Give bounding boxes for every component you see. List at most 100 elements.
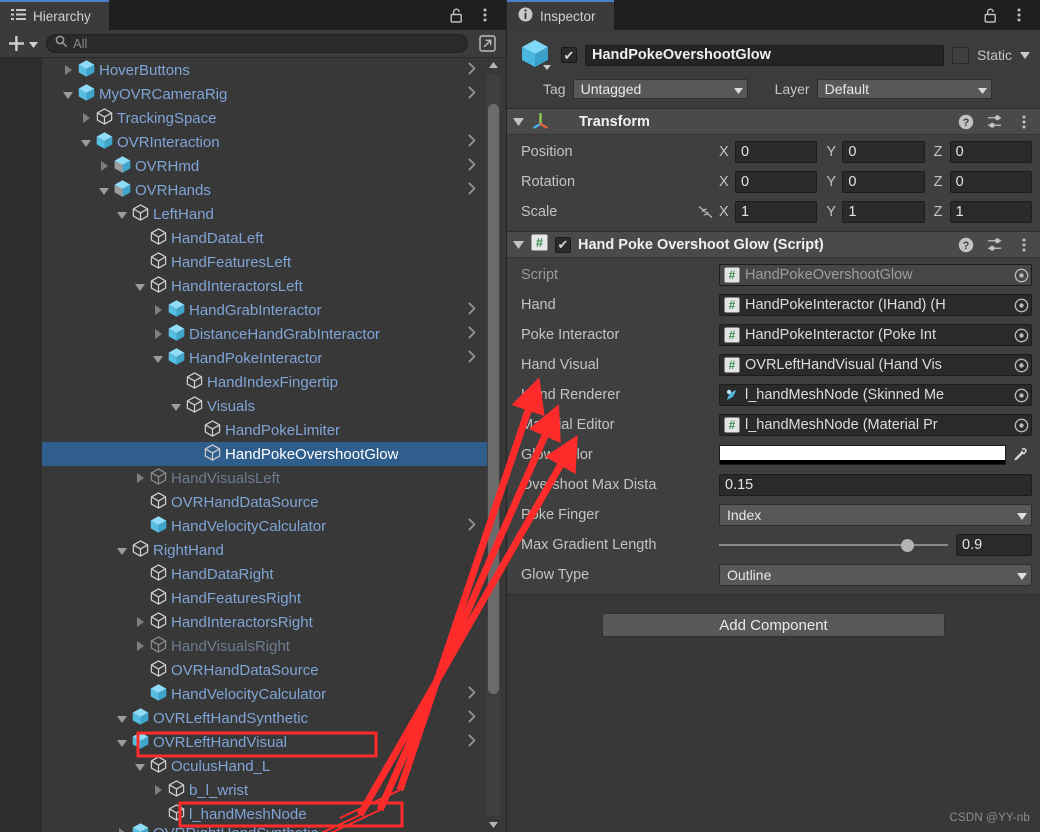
hierarchy-item-visuals[interactable]: Visuals bbox=[42, 394, 492, 418]
help-icon[interactable]: ? bbox=[958, 114, 974, 130]
chevron-right-icon[interactable] bbox=[468, 158, 476, 174]
tag-dropdown[interactable]: Untagged bbox=[572, 79, 748, 99]
scrollbar-thumb[interactable] bbox=[488, 104, 499, 694]
hierarchy-search-box[interactable] bbox=[46, 34, 468, 53]
static-checkbox[interactable] bbox=[951, 46, 969, 64]
twisty-expanded-icon[interactable] bbox=[135, 278, 145, 295]
slider-number-field[interactable]: 0.9 bbox=[956, 534, 1032, 556]
create-object-button[interactable] bbox=[6, 35, 44, 53]
hierarchy-item-trackingspace[interactable]: TrackingSpace bbox=[42, 106, 492, 130]
script-enabled-checkbox[interactable]: ✔ bbox=[555, 236, 571, 253]
twisty-collapsed-icon[interactable] bbox=[136, 638, 144, 655]
twisty-collapsed-icon[interactable] bbox=[82, 110, 90, 127]
hierarchy-item-lefthand[interactable]: LeftHand bbox=[42, 202, 492, 226]
chevron-right-icon[interactable] bbox=[468, 302, 476, 318]
twisty-expanded-icon[interactable] bbox=[117, 542, 127, 559]
hierarchy-item-ovrinteraction[interactable]: OVRInteraction bbox=[42, 130, 492, 154]
hierarchy-item-l-handmeshnode[interactable]: l_handMeshNode bbox=[42, 802, 492, 826]
chevron-right-icon[interactable] bbox=[468, 134, 476, 150]
hierarchy-item-ovrhanddatasource[interactable]: OVRHandDataSource bbox=[42, 490, 492, 514]
chevron-right-icon[interactable] bbox=[468, 518, 476, 534]
twisty-expanded-icon[interactable] bbox=[81, 134, 91, 151]
twisty-collapsed-icon[interactable] bbox=[154, 302, 162, 319]
twisty-expanded-icon[interactable] bbox=[117, 710, 127, 727]
transform-position-y-field[interactable]: 0 bbox=[842, 141, 925, 163]
hierarchy-item-ovrhands[interactable]: OVRHands bbox=[42, 178, 492, 202]
gameobject-name-field[interactable]: HandPokeOvershootGlow bbox=[585, 44, 944, 66]
twisty-expanded-icon[interactable] bbox=[135, 758, 145, 775]
transform-scale-z-field[interactable]: 1 bbox=[949, 201, 1032, 223]
chevron-right-icon[interactable] bbox=[468, 62, 476, 78]
scroll-up-arrow[interactable] bbox=[488, 58, 499, 72]
hierarchy-search-input[interactable] bbox=[73, 36, 459, 51]
hierarchy-item-handgrabinteractor[interactable]: HandGrabInteractor bbox=[42, 298, 492, 322]
object-field-hand-renderer[interactable]: l_handMeshNode (Skinned Me bbox=[719, 384, 1032, 406]
transform-header[interactable]: Transform ? bbox=[507, 109, 1040, 135]
open-in-new-icon[interactable] bbox=[474, 33, 500, 54]
hierarchy-item-handpokelimiter[interactable]: HandPokeLimiter bbox=[42, 418, 492, 442]
transform-scale-y-field[interactable]: 1 bbox=[842, 201, 925, 223]
kebab-menu-icon[interactable] bbox=[1011, 7, 1027, 23]
transform-rotation-x-field[interactable]: 0 bbox=[735, 171, 818, 193]
twisty-collapsed-icon[interactable] bbox=[136, 614, 144, 631]
object-picker-icon[interactable] bbox=[1011, 325, 1031, 345]
twisty-collapsed-icon[interactable] bbox=[136, 470, 144, 487]
object-picker-icon[interactable] bbox=[1011, 295, 1031, 315]
dropdown-glow-type[interactable]: Outline bbox=[719, 564, 1032, 586]
transform-scale-x-field[interactable]: 1 bbox=[735, 201, 818, 223]
tab-hierarchy[interactable]: Hierarchy bbox=[0, 0, 109, 30]
hierarchy-item-ovrlefthandsynthetic[interactable]: OVRLeftHandSynthetic bbox=[42, 706, 492, 730]
hierarchy-item-handfeaturesright[interactable]: HandFeaturesRight bbox=[42, 586, 492, 610]
tab-inspector[interactable]: Inspector bbox=[507, 0, 614, 30]
transform-rotation-z-field[interactable]: 0 bbox=[949, 171, 1032, 193]
add-component-button[interactable]: Add Component bbox=[602, 613, 945, 637]
chevron-right-icon[interactable] bbox=[468, 326, 476, 342]
slider-track[interactable] bbox=[719, 536, 948, 554]
hierarchy-item-handdataleft[interactable]: HandDataLeft bbox=[42, 226, 492, 250]
gameobject-enabled-checkbox[interactable]: ✔ bbox=[561, 47, 577, 63]
hierarchy-item-handdataright[interactable]: HandDataRight bbox=[42, 562, 492, 586]
chevron-right-icon[interactable] bbox=[468, 182, 476, 198]
kebab-menu-icon[interactable] bbox=[1016, 237, 1032, 253]
kebab-menu-icon[interactable] bbox=[477, 7, 493, 23]
hierarchy-item-ovrhanddatasource[interactable]: OVRHandDataSource bbox=[42, 658, 492, 682]
preset-sliders-icon[interactable] bbox=[987, 114, 1003, 130]
hierarchy-item-handinteractorsleft[interactable]: HandInteractorsLeft bbox=[42, 274, 492, 298]
hierarchy-item-b-l-wrist[interactable]: b_l_wrist bbox=[42, 778, 492, 802]
color-swatch[interactable] bbox=[719, 445, 1006, 465]
hierarchy-item-righthand[interactable]: RightHand bbox=[42, 538, 492, 562]
hierarchy-item-handinteractorsright[interactable]: HandInteractorsRight bbox=[42, 610, 492, 634]
slider-knob[interactable] bbox=[900, 538, 914, 552]
hierarchy-item-handfeaturesleft[interactable]: HandFeaturesLeft bbox=[42, 250, 492, 274]
transform-rotation-y-field[interactable]: 0 bbox=[842, 171, 925, 193]
layer-dropdown[interactable]: Default bbox=[816, 79, 992, 99]
hierarchy-item-ovrrighthandsynthetic[interactable]: OVRRightHandSynthetic bbox=[42, 822, 492, 832]
twisty-expanded-icon[interactable] bbox=[153, 350, 163, 367]
hierarchy-item-distancehandgrabinteractor[interactable]: DistanceHandGrabInteractor bbox=[42, 322, 492, 346]
hierarchy-item-oculushand-l[interactable]: OculusHand_L bbox=[42, 754, 492, 778]
twisty-collapsed-icon[interactable] bbox=[154, 326, 162, 343]
hierarchy-scrollbar[interactable] bbox=[487, 58, 500, 832]
transform-position-z-field[interactable]: 0 bbox=[949, 141, 1032, 163]
object-field-hand-visual[interactable]: # OVRLeftHandVisual (Hand Vis bbox=[719, 354, 1032, 376]
hierarchy-item-handvisualsright[interactable]: HandVisualsRight bbox=[42, 634, 492, 658]
hierarchy-item-handpokeovershootglow[interactable]: HandPokeOvershootGlow bbox=[42, 442, 492, 466]
object-picker-icon[interactable] bbox=[1011, 385, 1031, 405]
twisty-expanded-icon[interactable] bbox=[117, 734, 127, 751]
twisty-expanded-icon[interactable] bbox=[99, 182, 109, 199]
hierarchy-item-handvelocitycalculator[interactable]: HandVelocityCalculator bbox=[42, 682, 492, 706]
hierarchy-item-myovrcamerarig[interactable]: MyOVRCameraRig bbox=[42, 82, 492, 106]
lock-open-icon[interactable] bbox=[982, 7, 998, 23]
object-picker-icon[interactable] bbox=[1011, 355, 1031, 375]
twisty-expanded-icon[interactable] bbox=[117, 206, 127, 223]
twisty-collapsed-icon[interactable] bbox=[154, 782, 162, 799]
twisty-collapsed-icon[interactable] bbox=[64, 62, 72, 79]
twisty-expanded-icon[interactable] bbox=[63, 86, 73, 103]
hierarchy-item-ovrlefthandvisual[interactable]: OVRLeftHandVisual bbox=[42, 730, 492, 754]
object-field-material-editor[interactable]: # l_handMeshNode (Material Pr bbox=[719, 414, 1032, 436]
foldout-expanded-icon[interactable] bbox=[513, 113, 524, 131]
static-dropdown-chevron-down-icon[interactable] bbox=[1020, 46, 1030, 64]
transform-position-x-field[interactable]: 0 bbox=[735, 141, 818, 163]
hierarchy-item-handindexfingertip[interactable]: HandIndexFingertip bbox=[42, 370, 492, 394]
hierarchy-item-handvisualsleft[interactable]: HandVisualsLeft bbox=[42, 466, 492, 490]
